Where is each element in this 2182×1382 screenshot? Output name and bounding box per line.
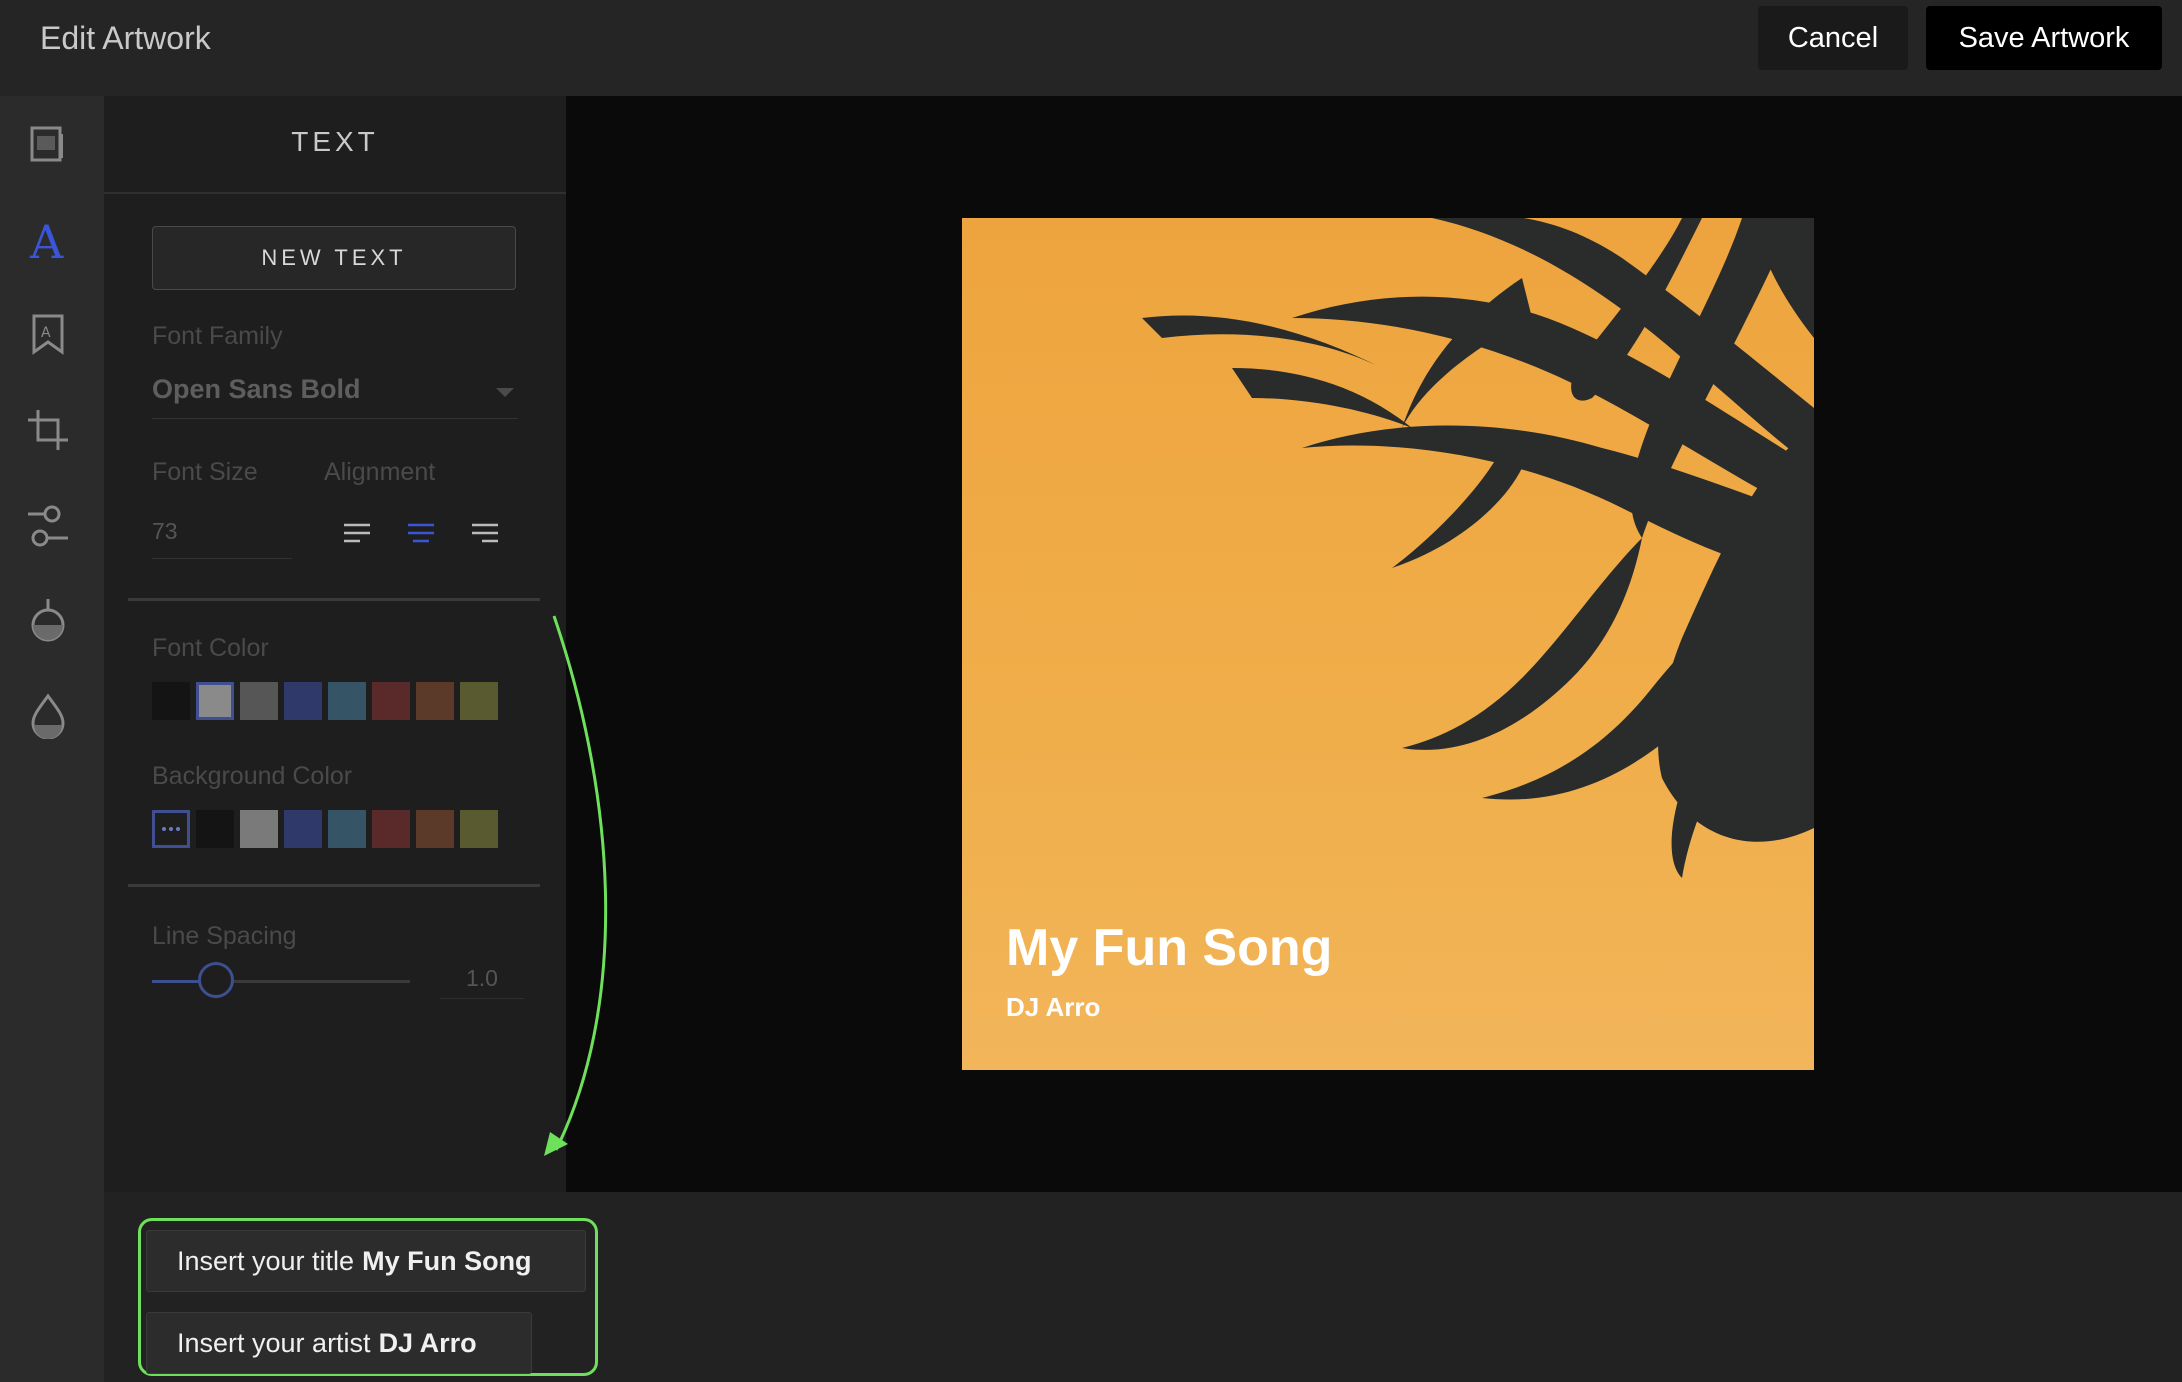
alignment-label: Alignment <box>324 458 436 486</box>
artwork-preview[interactable]: My Fun Song DJ Arro <box>962 218 1814 1070</box>
background-color-swatch[interactable] <box>284 810 322 848</box>
divider <box>128 884 540 887</box>
panel-title: TEXT <box>291 126 379 157</box>
filter-flask-icon[interactable] <box>24 596 72 644</box>
divider <box>128 598 540 601</box>
svg-text:A: A <box>29 216 64 264</box>
background-color-swatch[interactable] <box>460 810 498 848</box>
align-left-button[interactable] <box>340 516 374 550</box>
crop-icon[interactable] <box>24 406 72 454</box>
bookmark-icon[interactable]: A <box>24 310 72 358</box>
font-color-swatch[interactable] <box>372 682 410 720</box>
text-icon[interactable]: A <box>24 216 72 264</box>
annotation-arrow <box>544 615 608 1156</box>
panel-header: TEXT <box>104 96 566 194</box>
font-color-swatch[interactable] <box>284 682 322 720</box>
svg-text:A: A <box>41 325 51 341</box>
font-color-label: Font Color <box>152 634 269 662</box>
save-artwork-button[interactable]: Save Artwork <box>1926 6 2162 70</box>
drop-icon[interactable] <box>24 692 72 740</box>
insert-title-value: My Fun Song <box>362 1245 532 1276</box>
insert-title-field[interactable]: Insert your title My Fun Song <box>146 1230 586 1292</box>
line-spacing-label: Line Spacing <box>152 922 297 950</box>
align-left-icon <box>344 523 370 543</box>
line-spacing-handle[interactable] <box>198 962 234 998</box>
artwork-artist[interactable]: DJ Arro <box>1006 992 1100 1023</box>
tool-rail: A A <box>0 96 104 1382</box>
artwork-title[interactable]: My Fun Song <box>1006 918 1332 978</box>
background-color-swatch[interactable] <box>328 810 366 848</box>
background-color-label: Background Color <box>152 762 353 790</box>
insert-artist-value: DJ Arro <box>378 1327 477 1358</box>
chevron-down-icon <box>496 388 514 397</box>
font-color-swatch[interactable] <box>152 682 190 720</box>
font-size-label: Font Size <box>152 458 258 486</box>
page-title: Edit Artwork <box>40 20 211 56</box>
font-family-value: Open Sans Bold <box>152 374 361 404</box>
insert-artist-field[interactable]: Insert your artist DJ Arro <box>146 1312 532 1374</box>
font-family-label: Font Family <box>152 322 283 350</box>
background-color-swatch[interactable] <box>196 810 234 848</box>
new-text-button[interactable]: NEW TEXT <box>152 226 516 290</box>
adjust-icon[interactable] <box>24 502 72 550</box>
background-color-swatch[interactable] <box>372 810 410 848</box>
align-right-button[interactable] <box>468 516 502 550</box>
cancel-button[interactable]: Cancel <box>1758 6 1908 70</box>
align-center-button[interactable] <box>404 516 438 550</box>
more-icon <box>162 827 180 831</box>
background-color-swatch[interactable] <box>416 810 454 848</box>
artwork-canvas: My Fun Song DJ Arro <box>566 96 2182 1192</box>
font-color-swatch[interactable] <box>460 682 498 720</box>
text-settings-panel: TEXT NEW TEXT Font Family Open Sans Bold… <box>104 96 566 1382</box>
background-color-swatch[interactable] <box>152 810 190 848</box>
align-right-icon <box>472 523 498 543</box>
font-color-swatch[interactable] <box>328 682 366 720</box>
insert-artist-prefix: Insert your artist <box>177 1327 371 1358</box>
insert-title-prefix: Insert your title <box>177 1245 355 1276</box>
line-spacing-value[interactable]: 1.0 <box>440 958 524 999</box>
top-bar: Edit Artwork Cancel Save Artwork <box>0 0 2182 96</box>
image-icon[interactable] <box>24 120 72 168</box>
font-color-swatch[interactable] <box>416 682 454 720</box>
font-color-swatch[interactable] <box>196 682 234 720</box>
align-center-icon <box>408 523 434 543</box>
font-family-select[interactable]: Open Sans Bold <box>152 364 518 419</box>
background-color-swatch[interactable] <box>240 810 278 848</box>
font-color-swatch[interactable] <box>240 682 278 720</box>
font-size-input[interactable]: 73 <box>152 514 292 559</box>
